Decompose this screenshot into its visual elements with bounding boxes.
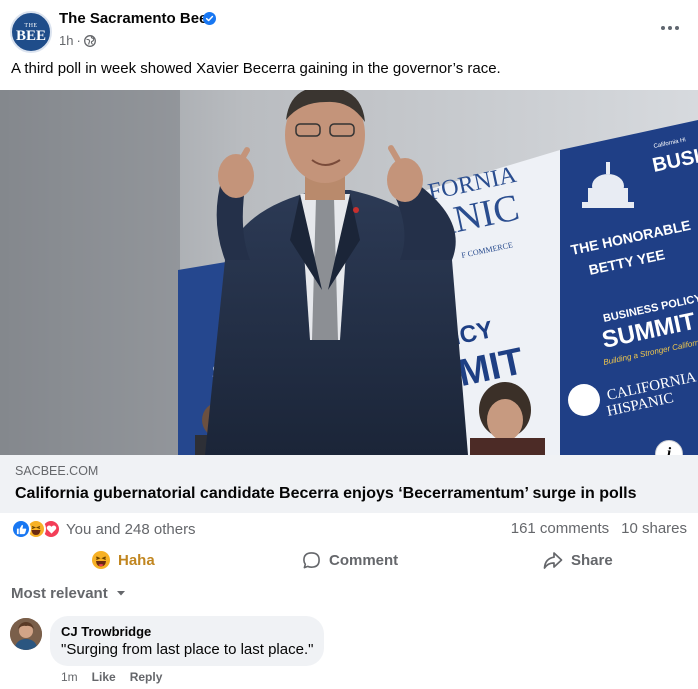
comments-count[interactable]: 161 comments xyxy=(511,520,609,537)
comment-actions: 1m Like Reply xyxy=(61,670,162,684)
post-header: THE BEE The Sacramento Bee 1h · xyxy=(0,0,698,60)
post-actions-bar: Haha Comment Share xyxy=(0,544,698,576)
share-button[interactable]: Share xyxy=(543,544,613,576)
commenter-photo xyxy=(10,618,42,650)
share-icon xyxy=(543,551,563,569)
globe-icon[interactable] xyxy=(83,34,96,47)
haha-icon xyxy=(92,551,110,569)
link-domain: SACBEE.COM xyxy=(15,464,99,478)
comment-bubble[interactable]: CJ Trowbridge "Surging from last place t… xyxy=(50,616,324,666)
post-meta: 1h · xyxy=(59,33,96,48)
meta-separator: · xyxy=(76,33,81,48)
link-preview-card[interactable]: SACBEE.COM California gubernatorial cand… xyxy=(0,455,698,513)
dot-icon xyxy=(675,26,679,30)
link-preview-image[interactable]: FORNIA ANIC F COMMERCE ICY IMMIT THE HON… xyxy=(0,90,698,455)
page-avatar[interactable]: THE BEE xyxy=(10,11,52,53)
haha-label: Haha xyxy=(118,551,155,569)
comment-icon xyxy=(303,551,320,568)
comment-sort-dropdown[interactable]: Most relevant xyxy=(11,585,126,602)
link-title[interactable]: California gubernatorial candidate Becer… xyxy=(15,485,637,503)
post-time[interactable]: 1h xyxy=(59,33,73,48)
comment-author[interactable]: CJ Trowbridge xyxy=(61,624,151,639)
post-text: A third poll in week showed Xavier Becer… xyxy=(11,60,501,77)
comment-label: Comment xyxy=(329,551,399,569)
shares-count[interactable]: 10 shares xyxy=(621,520,687,537)
reaction-summary[interactable]: You and 248 others xyxy=(11,518,196,540)
avatar-main-text: BEE xyxy=(15,27,46,44)
comment-text: "Surging from last place to last place." xyxy=(61,641,314,658)
sort-label: Most relevant xyxy=(11,585,108,602)
comment-button[interactable]: Comment xyxy=(302,544,398,576)
dot-icon xyxy=(668,26,672,30)
chevron-down-icon xyxy=(116,591,125,596)
more-options-button[interactable] xyxy=(658,18,682,38)
comment-time[interactable]: 1m xyxy=(61,670,78,684)
photo-illustration: FORNIA ANIC F COMMERCE ICY IMMIT THE HON… xyxy=(0,90,698,455)
engagement-counts: 161 comments 10 shares xyxy=(511,520,687,537)
haha-button[interactable]: Haha xyxy=(92,544,155,576)
verified-badge-icon xyxy=(203,12,216,25)
comment-reply-button[interactable]: Reply xyxy=(130,670,163,684)
comment-like-button[interactable]: Like xyxy=(92,670,116,684)
commenter-avatar[interactable] xyxy=(10,618,42,650)
like-reaction-icon xyxy=(11,519,31,539)
reaction-count-text[interactable]: You and 248 others xyxy=(66,521,196,538)
share-label: Share xyxy=(571,551,613,569)
page-name[interactable]: The Sacramento Bee xyxy=(59,10,207,27)
dot-icon xyxy=(661,26,665,30)
